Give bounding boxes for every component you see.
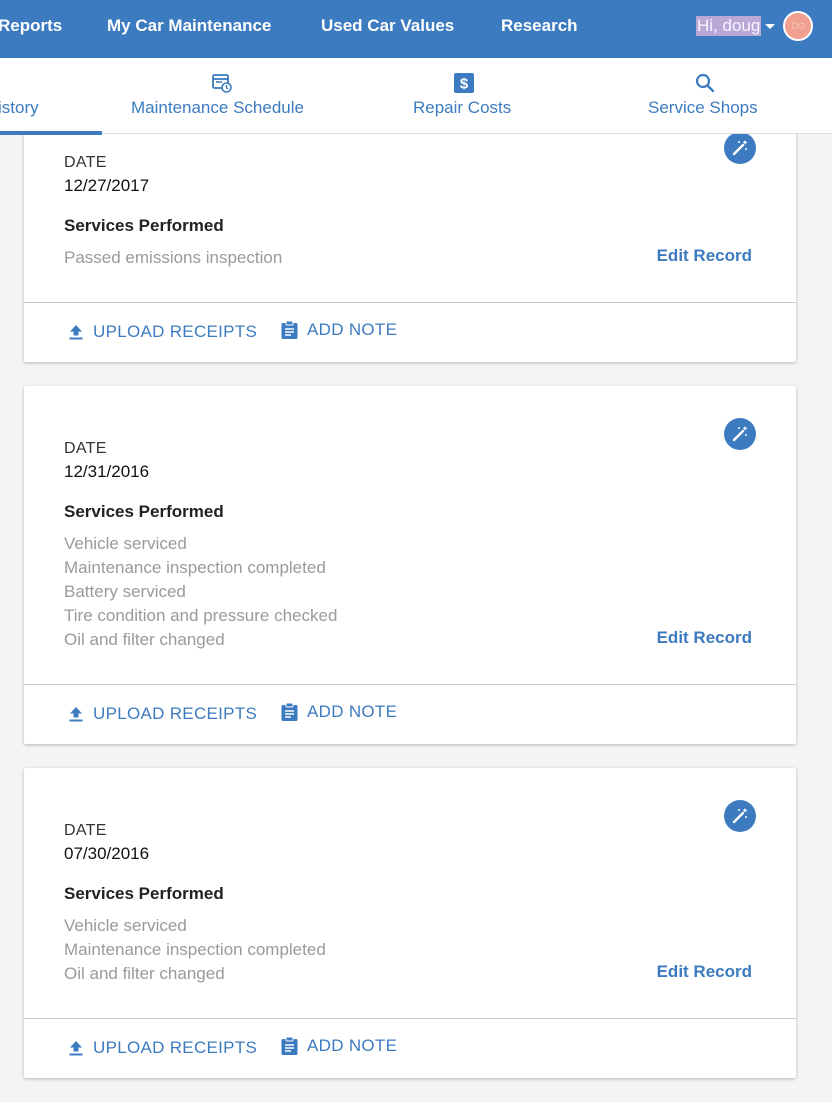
date-label: DATE <box>64 822 107 839</box>
tab-service-shops[interactable]: Service Shops <box>648 58 762 134</box>
tab-history[interactable]: istory <box>0 58 102 135</box>
card-footer: UPLOAD RECEIPTS ADD NOTE <box>24 1018 796 1076</box>
upload-receipts-label: UPLOAD RECEIPTS <box>93 704 258 723</box>
add-note-button[interactable]: ADD NOTE <box>280 683 397 741</box>
active-tab-indicator <box>0 131 102 135</box>
user-greeting: Hi, doug <box>696 16 762 36</box>
date-label: DATE <box>64 154 107 171</box>
chevron-down-icon <box>765 23 776 29</box>
card-footer: UPLOAD RECEIPTS ADD NOTE <box>24 684 796 742</box>
add-note-label: ADD NOTE <box>307 702 398 721</box>
card-footer: UPLOAD RECEIPTS ADD NOTE <box>24 302 796 360</box>
magic-wand-icon <box>732 140 748 156</box>
service-record-card: DATE 12/31/2016 Services Performed Vehic… <box>24 386 796 744</box>
edit-record-link[interactable]: Edit Record <box>657 962 752 982</box>
services-list: Vehicle serviced Maintenance inspection … <box>64 532 337 652</box>
upload-icon <box>69 707 83 722</box>
service-item: Battery serviced <box>64 582 186 601</box>
add-note-button[interactable]: ADD NOTE <box>280 301 397 359</box>
svg-text:$: $ <box>460 76 469 93</box>
record-date: 12/27/2017 <box>64 176 150 195</box>
services-list: Passed emissions inspection <box>64 246 282 270</box>
tab-repair-costs-label: Repair Costs <box>413 98 512 117</box>
service-item: Oil and filter changed <box>64 964 225 983</box>
top-navigation-bar: Reports My Car Maintenance Used Car Valu… <box>0 0 832 58</box>
service-item: Tire condition and pressure checked <box>64 606 338 625</box>
service-item: Oil and filter changed <box>64 630 225 649</box>
avatar-initials: DO <box>791 21 806 31</box>
upload-receipts-button[interactable]: UPLOAD RECEIPTS <box>67 685 257 743</box>
search-icon <box>695 73 715 93</box>
service-record-card: DATE 12/27/2017 Services Performed Passe… <box>24 100 796 362</box>
date-label: DATE <box>64 440 107 457</box>
service-item: Maintenance inspection completed <box>64 558 326 577</box>
record-date: 12/31/2016 <box>64 462 150 481</box>
tab-maintenance-schedule-label: Maintenance Schedule <box>131 98 304 117</box>
clipboard-icon <box>281 702 298 721</box>
services-title: Services Performed <box>64 216 224 235</box>
tab-history-label: istory <box>0 98 39 117</box>
tab-maintenance-schedule[interactable]: Maintenance Schedule <box>131 58 313 134</box>
clipboard-icon <box>281 320 298 339</box>
upload-receipts-button[interactable]: UPLOAD RECEIPTS <box>67 303 257 361</box>
tab-service-shops-label: Service Shops <box>648 98 758 117</box>
user-menu[interactable]: Hi, doug DO <box>696 0 814 52</box>
avatar[interactable]: DO <box>783 11 814 41</box>
nav-link-research[interactable]: Research <box>501 0 578 52</box>
upload-receipts-button[interactable]: UPLOAD RECEIPTS <box>67 1019 257 1077</box>
dollar-icon: $ <box>454 73 474 93</box>
service-item: Vehicle serviced <box>64 534 187 553</box>
nav-link-reports[interactable]: Reports <box>0 0 62 52</box>
service-item: Vehicle serviced <box>64 916 187 935</box>
magic-wand-button[interactable] <box>724 418 756 450</box>
magic-wand-icon <box>732 808 748 824</box>
services-title: Services Performed <box>64 884 224 903</box>
upload-receipts-label: UPLOAD RECEIPTS <box>93 1038 258 1057</box>
edit-record-link[interactable]: Edit Record <box>657 246 752 266</box>
calendar-clock-icon <box>212 74 232 93</box>
service-item: Passed emissions inspection <box>64 248 283 267</box>
services-list: Vehicle serviced Maintenance inspection … <box>64 914 326 986</box>
services-title: Services Performed <box>64 502 224 521</box>
nav-link-used-car-values[interactable]: Used Car Values <box>321 0 454 52</box>
clipboard-icon <box>281 1036 298 1055</box>
edit-record-link[interactable]: Edit Record <box>657 628 752 648</box>
add-note-label: ADD NOTE <box>307 320 398 339</box>
nav-link-my-car-maintenance[interactable]: My Car Maintenance <box>107 0 271 52</box>
add-note-button[interactable]: ADD NOTE <box>280 1017 397 1075</box>
magic-wand-button[interactable] <box>724 132 756 164</box>
add-note-label: ADD NOTE <box>307 1036 398 1055</box>
upload-receipts-label: UPLOAD RECEIPTS <box>93 322 258 341</box>
service-record-card: DATE 07/30/2016 Services Performed Vehic… <box>24 768 796 1078</box>
upload-icon <box>69 325 83 340</box>
upload-icon <box>69 1041 83 1056</box>
service-item: Maintenance inspection completed <box>64 940 326 959</box>
magic-wand-button[interactable] <box>724 800 756 832</box>
magic-wand-icon <box>732 426 748 442</box>
record-date: 07/30/2016 <box>64 844 150 863</box>
tab-bar: istory Maintenance Schedule $ Repair Cos… <box>0 58 832 135</box>
tab-repair-costs[interactable]: $ Repair Costs <box>413 58 515 134</box>
